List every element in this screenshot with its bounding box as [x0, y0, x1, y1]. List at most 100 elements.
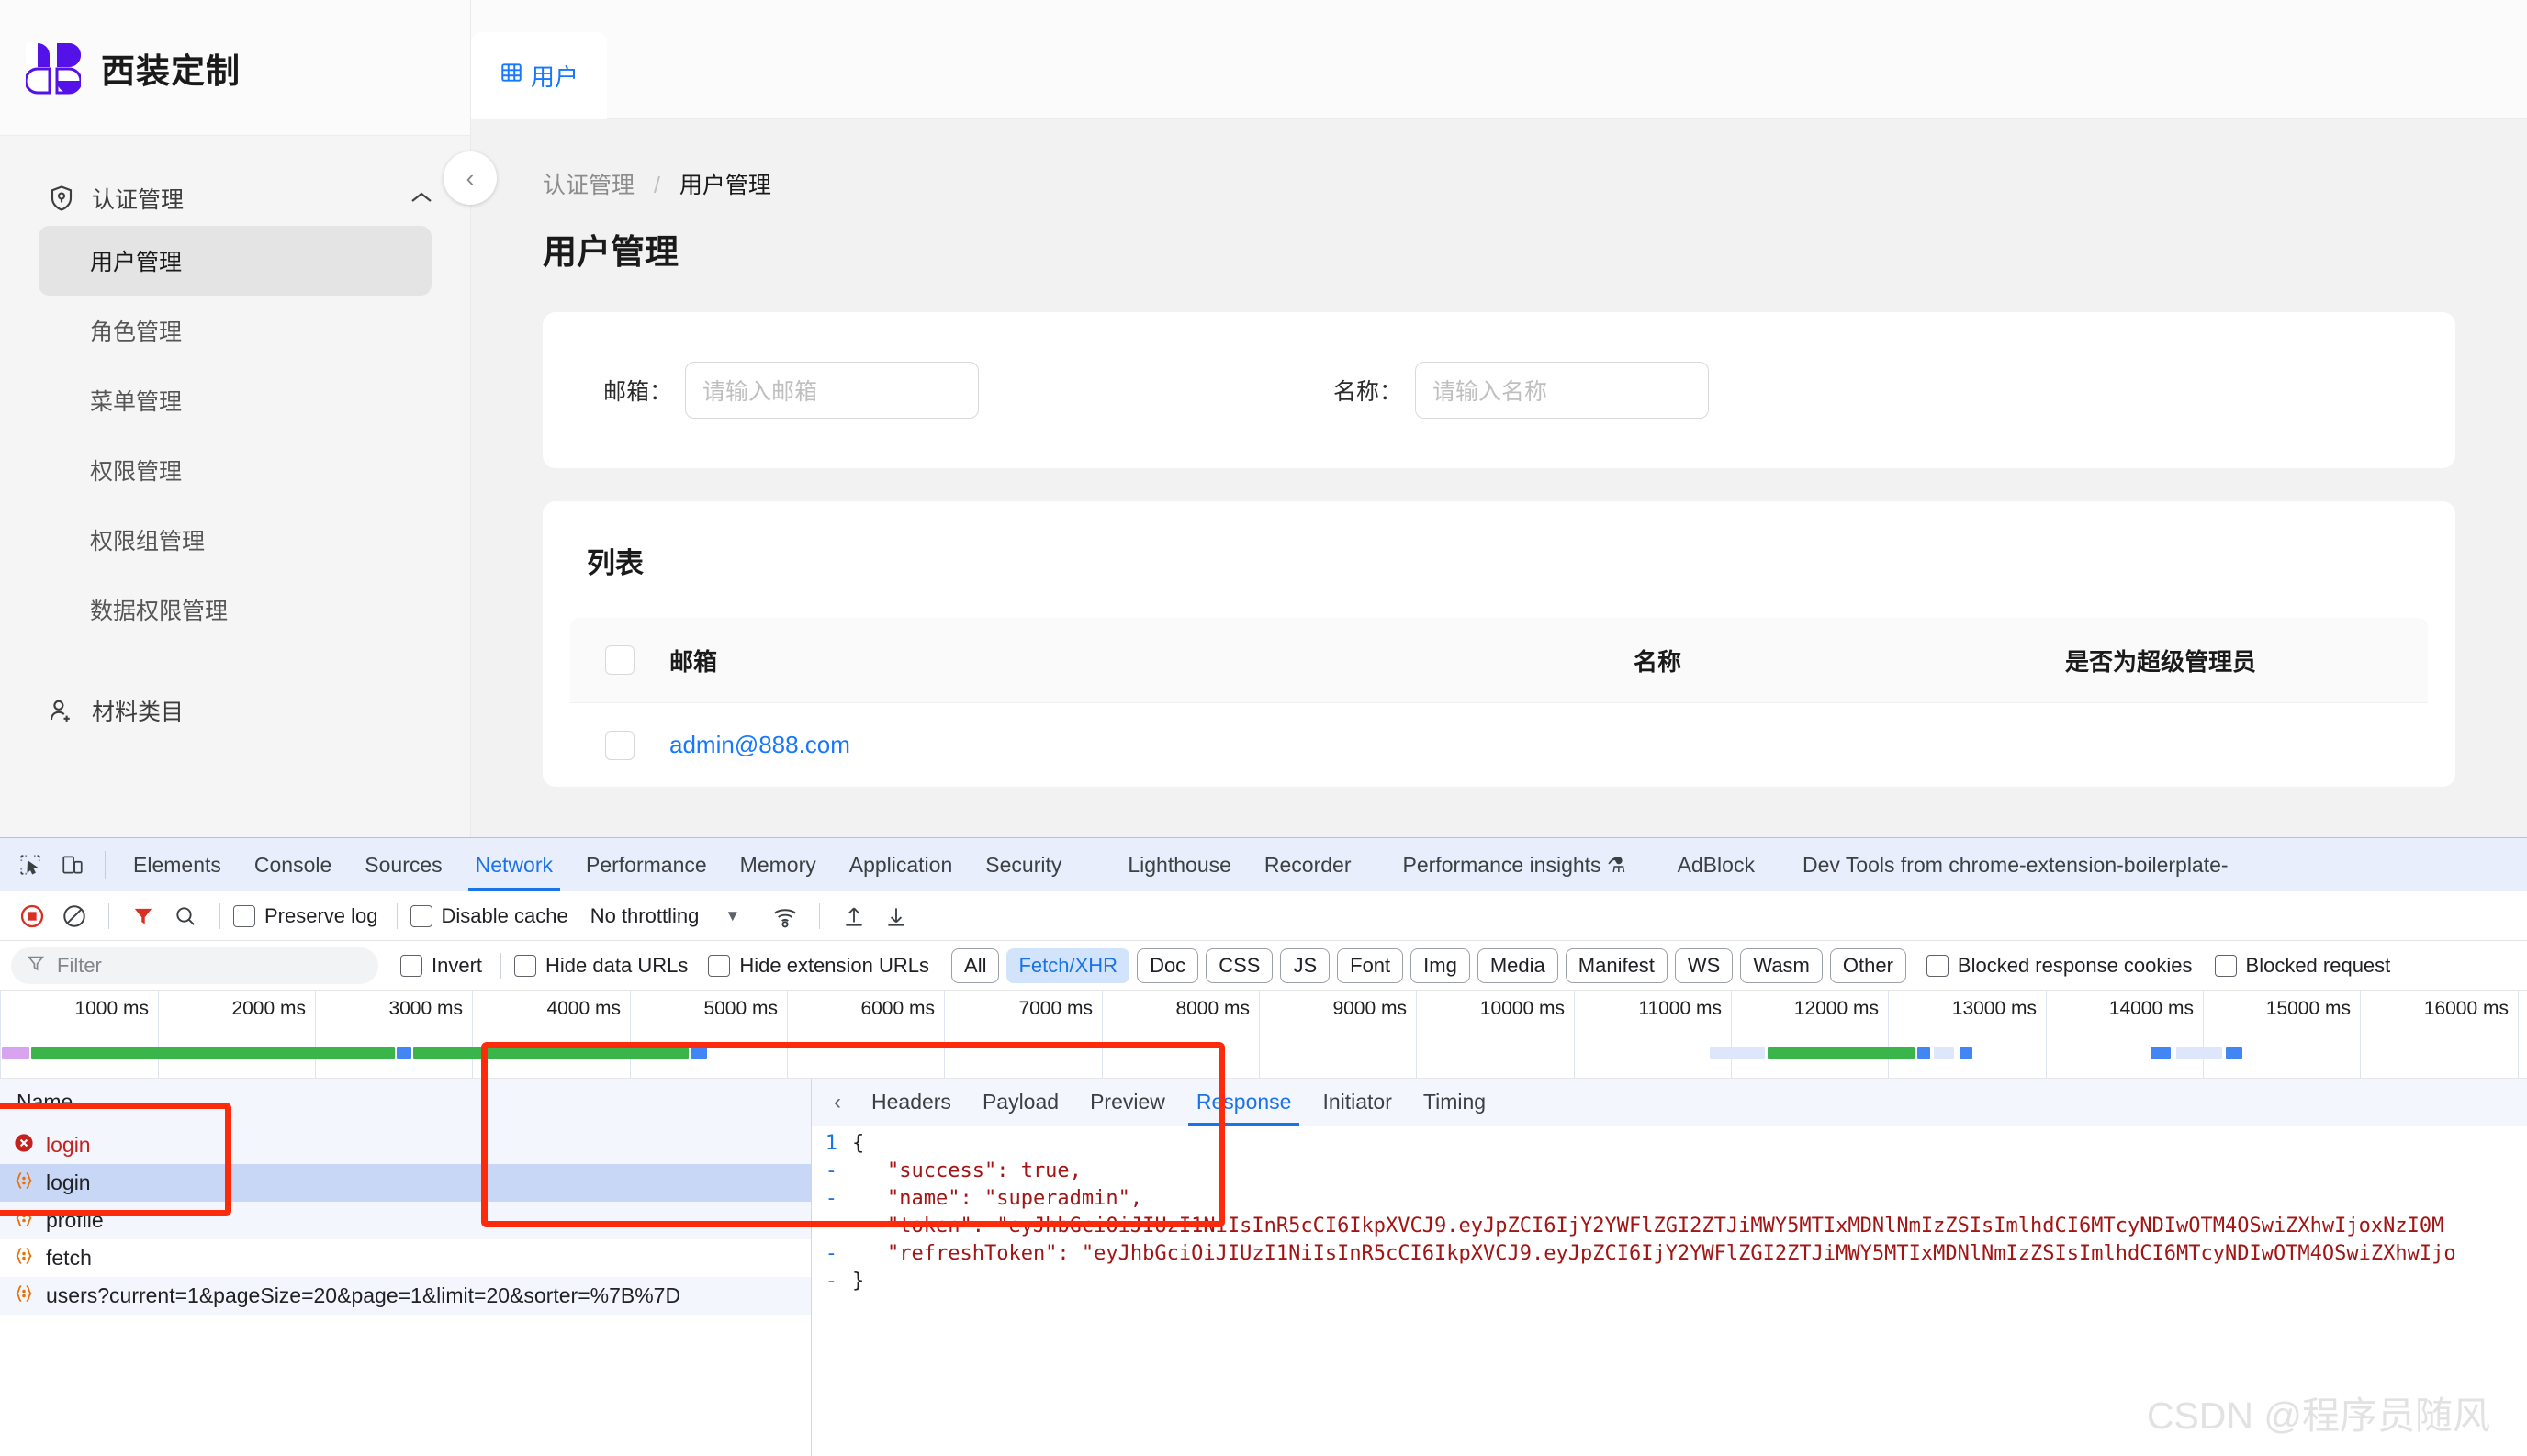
code-line: - "name": "superadmin",: [812, 1187, 2527, 1215]
hide-extension-urls-checkbox[interactable]: Hide extension URLs: [708, 954, 929, 978]
blocked-requests-checkbox[interactable]: Blocked request: [2214, 954, 2390, 978]
throttling-select[interactable]: No throttling: [590, 904, 700, 928]
select-all-checkbox-cell[interactable]: [570, 645, 669, 675]
tab-application[interactable]: Application: [833, 838, 970, 891]
device-toolbar-icon[interactable]: [51, 844, 94, 886]
timeline-tick-label: 8000 ms: [1175, 998, 1250, 1019]
breadcrumb-parent[interactable]: 认证管理: [543, 173, 635, 198]
sidebar-collapse-button[interactable]: ‹: [444, 151, 497, 205]
response-body-viewer[interactable]: 1 { - "success": true, - "name": "supera…: [812, 1126, 2527, 1297]
search-icon[interactable]: [164, 895, 207, 937]
tab-user[interactable]: 用户: [471, 32, 607, 119]
detail-tab-response[interactable]: Response: [1181, 1079, 1308, 1126]
column-header-name[interactable]: 名称: [1634, 644, 2065, 678]
blocked-response-cookies-checkbox[interactable]: Blocked response cookies: [1926, 954, 2193, 978]
sidebar-item-data-permission-management[interactable]: 数据权限管理: [39, 575, 432, 644]
type-filter-all[interactable]: All: [951, 947, 1000, 983]
chevron-left-icon[interactable]: ‹: [819, 1090, 856, 1115]
network-conditions-icon[interactable]: [764, 895, 806, 937]
type-filter-font[interactable]: Font: [1337, 947, 1404, 983]
chevron-down-icon[interactable]: ▼: [724, 907, 740, 925]
inspect-element-icon[interactable]: [9, 844, 51, 886]
filter-input[interactable]: Filter: [11, 946, 378, 984]
invert-checkbox[interactable]: Invert: [400, 954, 482, 978]
type-filter-ws[interactable]: WS: [1674, 947, 1734, 983]
hide-data-urls-checkbox[interactable]: Hide data URLs: [514, 954, 688, 978]
timeline-bar-segment: [1710, 1047, 1765, 1059]
type-filter-fetch-xhr[interactable]: Fetch/XHR: [1006, 947, 1130, 983]
tab-elements[interactable]: Elements: [117, 838, 238, 891]
filter-placeholder: Filter: [57, 953, 102, 977]
disable-cache-label: Disable cache: [441, 903, 568, 927]
record-stop-icon[interactable]: [11, 895, 53, 937]
type-filter-media[interactable]: Media: [1477, 947, 1558, 983]
line-content: "token": "eyJhbGciOiJIUzI1NiIsInR5cCI6Ik…: [887, 1215, 2444, 1238]
list-item[interactable]: profile: [0, 1202, 811, 1239]
request-list-header[interactable]: Name: [0, 1079, 811, 1126]
tab-console[interactable]: Console: [238, 838, 348, 891]
sidebar-item-menu-management[interactable]: 菜单管理: [39, 365, 432, 435]
tab-network[interactable]: Network: [459, 838, 569, 891]
timeline-bar-segment: [397, 1047, 411, 1059]
list-item[interactable]: login: [0, 1126, 811, 1164]
detail-tab-headers[interactable]: Headers: [856, 1079, 967, 1126]
sidebar-item-permission-management[interactable]: 权限管理: [39, 435, 432, 505]
toolbar-divider: [396, 902, 398, 929]
sidebar-item-role-management[interactable]: 角色管理: [39, 296, 432, 365]
sidebar-item-permission-group-management[interactable]: 权限组管理: [39, 505, 432, 575]
timeline-tick-label: 9000 ms: [1332, 998, 1407, 1019]
row-checkbox[interactable]: [605, 730, 635, 760]
clear-circle-icon[interactable]: [53, 895, 95, 937]
code-line: - "token": "eyJhbGciOiJIUzI1NiIsInR5cCI6…: [812, 1215, 2527, 1242]
row-checkbox-cell[interactable]: [570, 730, 669, 760]
chevron-up-icon[interactable]: [410, 186, 433, 210]
column-header-superadmin[interactable]: 是否为超级管理员: [2065, 644, 2428, 678]
detail-tab-payload[interactable]: Payload: [967, 1079, 1074, 1126]
import-har-icon[interactable]: [833, 895, 875, 937]
line-content: "name": "superadmin",: [887, 1187, 1143, 1210]
export-har-icon[interactable]: [875, 895, 917, 937]
disable-cache-checkbox[interactable]: Disable cache: [410, 904, 568, 928]
type-filter-doc[interactable]: Doc: [1137, 947, 1199, 983]
search-email-input[interactable]: 请输入邮箱: [685, 362, 980, 419]
type-filter-js[interactable]: JS: [1280, 947, 1331, 983]
timeline-tick-label: 4000 ms: [546, 998, 621, 1019]
sidebar-item-material-category[interactable]: 材料类目: [0, 683, 470, 738]
toolbar-divider: [105, 851, 106, 879]
tab-lighthouse[interactable]: Lighthouse: [1111, 838, 1248, 891]
type-filter-img[interactable]: Img: [1410, 947, 1470, 983]
type-filter-other[interactable]: Other: [1829, 947, 1906, 983]
type-filter-css[interactable]: CSS: [1206, 947, 1274, 983]
tab-adblock[interactable]: AdBlock: [1661, 838, 1771, 891]
network-timeline-overview[interactable]: 1000 ms 2000 ms 3000 ms 4000 ms 5000 ms …: [0, 991, 2527, 1079]
list-item[interactable]: users?current=1&pageSize=20&page=1&limit…: [0, 1277, 811, 1315]
tab-recorder[interactable]: Recorder: [1248, 838, 1368, 891]
preserve-log-checkbox[interactable]: Preserve log: [233, 904, 378, 928]
timeline-bar-segment: [1960, 1047, 1972, 1059]
column-header-email[interactable]: 邮箱: [669, 644, 1634, 678]
tab-memory[interactable]: Memory: [724, 838, 833, 891]
devtools-panel: Elements Console Sources Network Perform…: [0, 837, 2527, 1456]
funnel-icon[interactable]: [122, 895, 164, 937]
chevron-left-icon: ‹: [466, 163, 475, 192]
search-name-input[interactable]: 请输入名称: [1415, 362, 1710, 419]
table-row[interactable]: admin@888.com: [570, 702, 2428, 787]
sidebar-item-user-management[interactable]: 用户管理: [39, 226, 432, 296]
list-item[interactable]: fetch: [0, 1239, 811, 1277]
blocked-response-cookies-label: Blocked response cookies: [1957, 953, 2193, 977]
tab-sources[interactable]: Sources: [348, 838, 458, 891]
type-filter-manifest[interactable]: Manifest: [1565, 947, 1668, 983]
type-filter-wasm[interactable]: Wasm: [1740, 947, 1823, 983]
tab-performance-insights[interactable]: Performance insights ⚗: [1387, 838, 1643, 891]
cell-email[interactable]: admin@888.com: [669, 731, 1634, 759]
list-item[interactable]: login: [0, 1164, 811, 1202]
select-all-checkbox[interactable]: [605, 645, 635, 675]
detail-tab-timing[interactable]: Timing: [1408, 1079, 1501, 1126]
detail-tab-initiator[interactable]: Initiator: [1307, 1079, 1407, 1126]
detail-tab-preview[interactable]: Preview: [1074, 1079, 1181, 1126]
toolbar-divider: [219, 902, 220, 929]
sidebar-group-auth[interactable]: 认证管理: [0, 171, 470, 226]
tab-security[interactable]: Security: [969, 838, 1078, 891]
tab-devtools-extension[interactable]: Dev Tools from chrome-extension-boilerpl…: [1786, 838, 2245, 891]
tab-performance[interactable]: Performance: [569, 838, 724, 891]
